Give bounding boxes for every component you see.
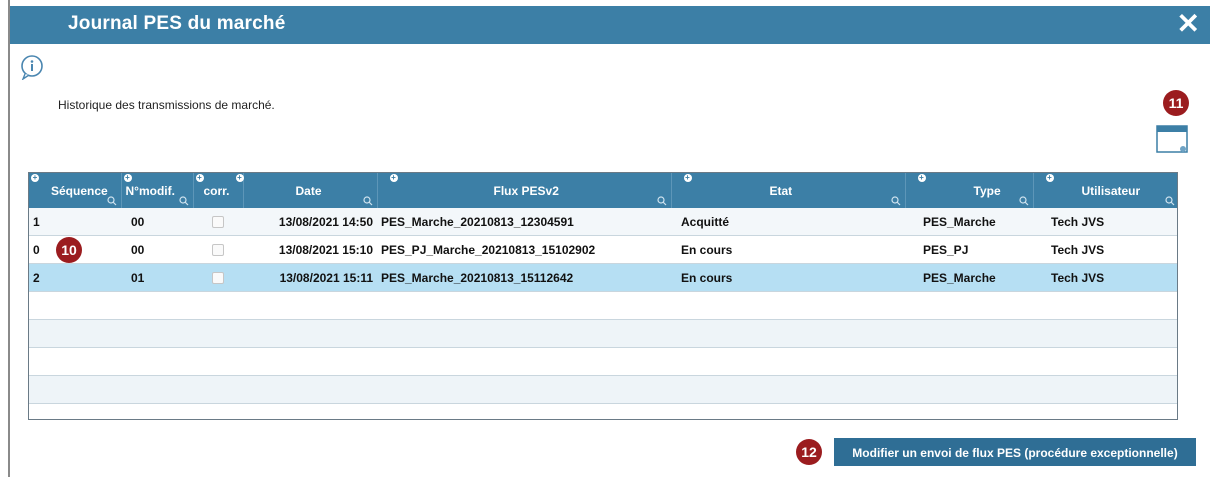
- table-row[interactable]: 0 00 13/08/2021 15:10 PES_PJ_Marche_2021…: [29, 235, 1177, 264]
- cell-modif: 01: [121, 263, 193, 292]
- cell-flux: PES_PJ_Marche_20210813_15102902: [377, 235, 671, 264]
- cell-user: Tech JVS: [1033, 263, 1177, 292]
- pes-journal-dialog: Journal PES du marché ✕ Historique des t…: [8, 0, 1210, 477]
- zoom-icon[interactable]: [1018, 196, 1029, 206]
- table-row-selected[interactable]: 2 01 13/08/2021 15:11 PES_Marche_2021081…: [29, 263, 1177, 292]
- cell-flux: PES_Marche_20210813_15112642: [377, 263, 671, 292]
- grid-settings-icon[interactable]: [1156, 125, 1190, 160]
- info-icon: [20, 54, 46, 85]
- cell-corr: [193, 263, 243, 292]
- cell-user: Tech JVS: [1033, 208, 1177, 236]
- corr-checkbox[interactable]: [212, 272, 224, 285]
- cell-type: PES_Marche: [905, 263, 1033, 292]
- col-flux[interactable]: + Flux PESv2: [377, 173, 672, 208]
- annotation-badge-10: 10: [56, 237, 82, 263]
- cell-etat: En cours: [671, 263, 905, 292]
- empty-row: [29, 291, 1177, 320]
- empty-row: [29, 347, 1177, 376]
- zoom-icon[interactable]: [656, 196, 667, 206]
- cell-corr: [193, 208, 243, 236]
- cell-etat: Acquitté: [671, 208, 905, 236]
- cell-etat: En cours: [671, 235, 905, 264]
- col-utilisateur[interactable]: + Utilisateur: [1033, 173, 1177, 208]
- col-date[interactable]: Date: [243, 173, 378, 208]
- col-type[interactable]: + Type: [905, 173, 1034, 208]
- col-sequence[interactable]: + Séquence: [29, 173, 122, 208]
- close-icon[interactable]: ✕: [1177, 9, 1200, 39]
- cell-date: 13/08/2021 14:50: [243, 208, 377, 236]
- zoom-icon[interactable]: [106, 196, 117, 206]
- zoom-icon[interactable]: [1164, 196, 1175, 206]
- cell-type: PES_Marche: [905, 208, 1033, 236]
- col-modif[interactable]: + N°modif.: [121, 173, 194, 208]
- cell-corr: [193, 235, 243, 264]
- cell-date: 13/08/2021 15:10: [243, 235, 377, 264]
- corr-checkbox[interactable]: [212, 244, 224, 257]
- col-etat[interactable]: + Etat: [671, 173, 906, 208]
- cell-user: Tech JVS: [1033, 235, 1177, 264]
- dialog-titlebar: Journal PES du marché ✕: [10, 6, 1210, 44]
- empty-row: [29, 375, 1177, 404]
- cell-sequence: 1: [29, 208, 121, 236]
- annotation-badge-11: 11: [1163, 90, 1189, 116]
- history-description: Historique des transmissions de marché.: [58, 98, 275, 112]
- cell-type: PES_PJ: [905, 235, 1033, 264]
- zoom-icon[interactable]: [178, 196, 189, 206]
- dialog-title: Journal PES du marché: [68, 13, 286, 34]
- zoom-icon[interactable]: [890, 196, 901, 206]
- empty-row: [29, 319, 1177, 348]
- transmissions-table: + Séquence + N°modif. + corr. + Date + Flux P…: [28, 172, 1178, 420]
- annotation-badge-12: 12: [796, 439, 822, 465]
- cell-modif: 00: [121, 208, 193, 236]
- table-row[interactable]: 1 00 13/08/2021 14:50 PES_Marche_2021081…: [29, 208, 1177, 236]
- cell-modif: 00: [121, 235, 193, 264]
- col-corr[interactable]: + corr. +: [193, 173, 244, 208]
- table-header-row: + Séquence + N°modif. + corr. + Date + Flux P…: [29, 173, 1177, 208]
- cell-sequence: 2: [29, 263, 121, 292]
- modify-pes-flux-button[interactable]: Modifier un envoi de flux PES (procédure…: [834, 438, 1196, 466]
- cell-date: 13/08/2021 15:11: [243, 263, 377, 292]
- cell-flux: PES_Marche_20210813_12304591: [377, 208, 671, 236]
- zoom-icon[interactable]: [362, 196, 373, 206]
- corr-checkbox[interactable]: [212, 216, 224, 229]
